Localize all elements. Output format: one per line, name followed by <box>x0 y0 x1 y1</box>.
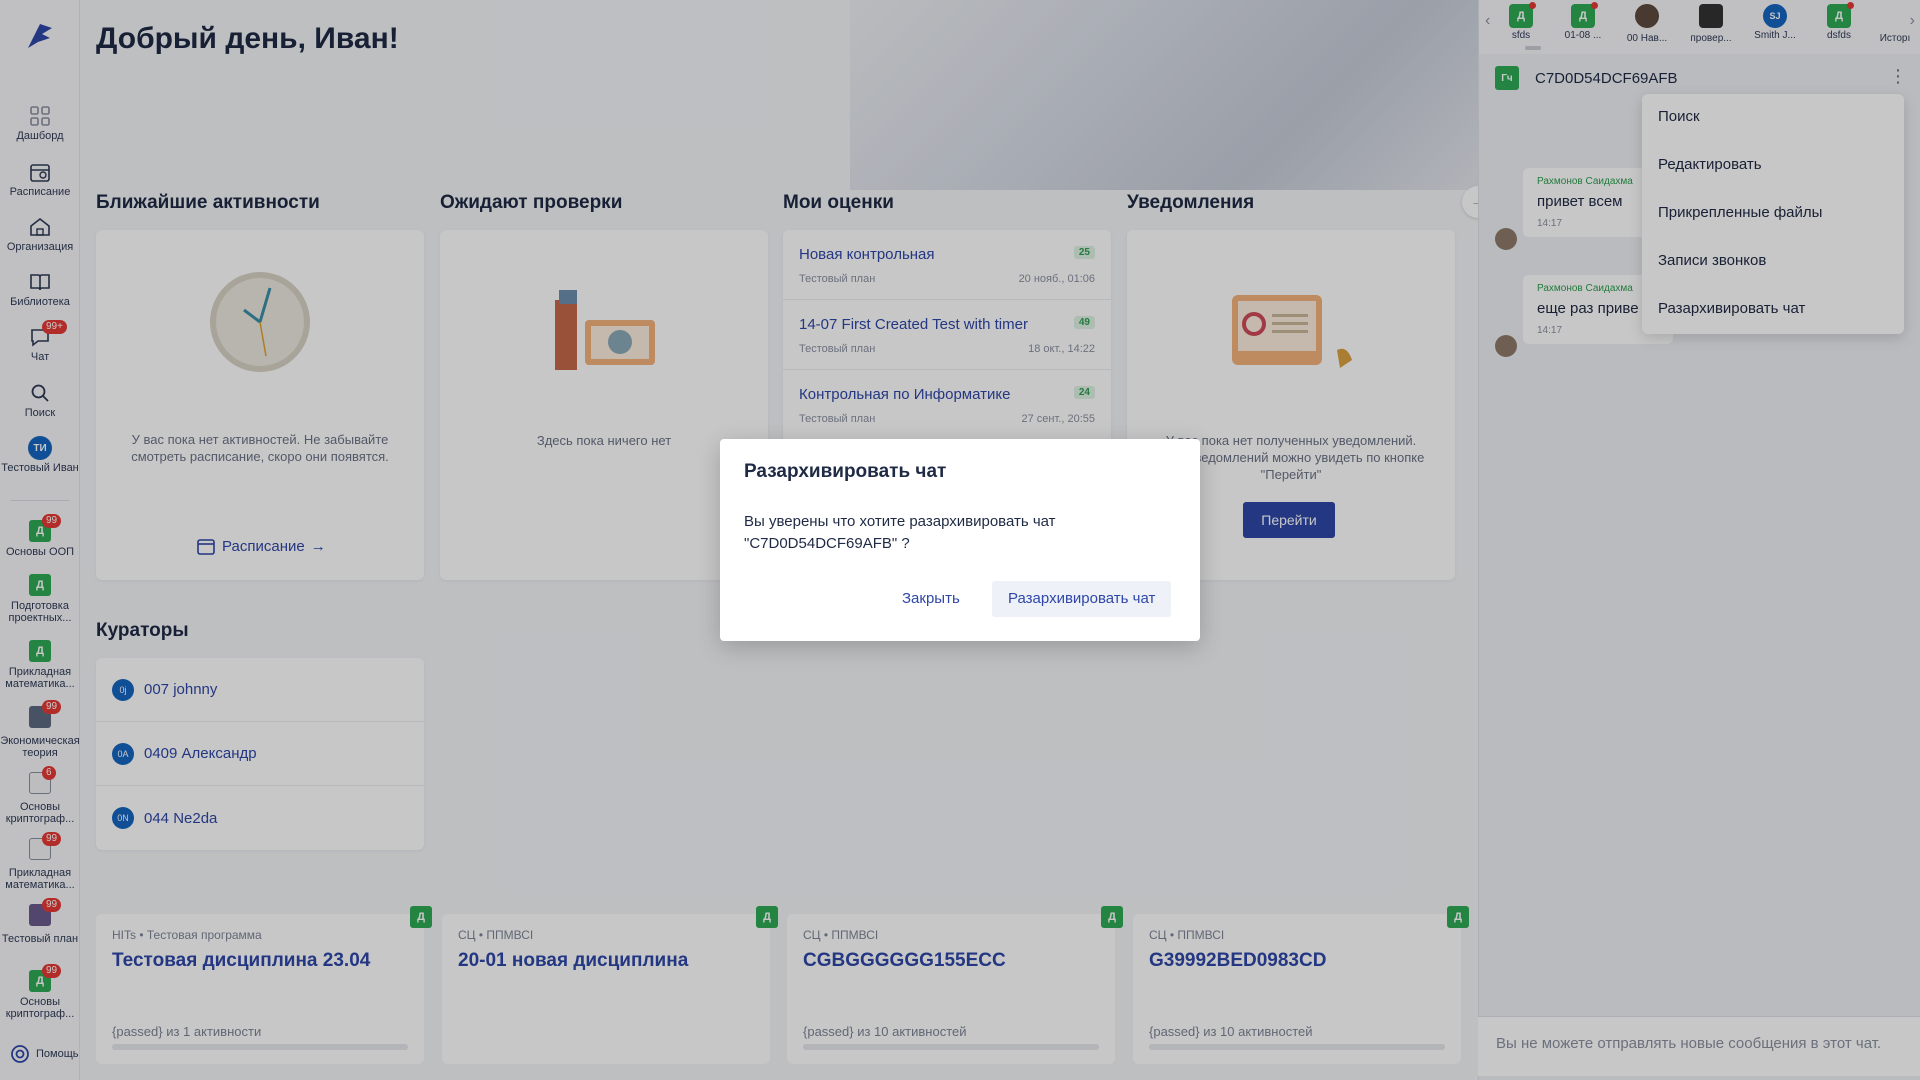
unarchive-dialog: Разархивировать чат Вы уверены что хотит… <box>720 439 1200 641</box>
unarchive-button[interactable]: Разархивировать чат <box>992 581 1172 617</box>
close-button[interactable]: Закрыть <box>886 581 976 617</box>
dialog-body: Вы уверены что хотите разархивировать ча… <box>744 513 1056 552</box>
dialog-title: Разархивировать чат <box>744 461 947 482</box>
